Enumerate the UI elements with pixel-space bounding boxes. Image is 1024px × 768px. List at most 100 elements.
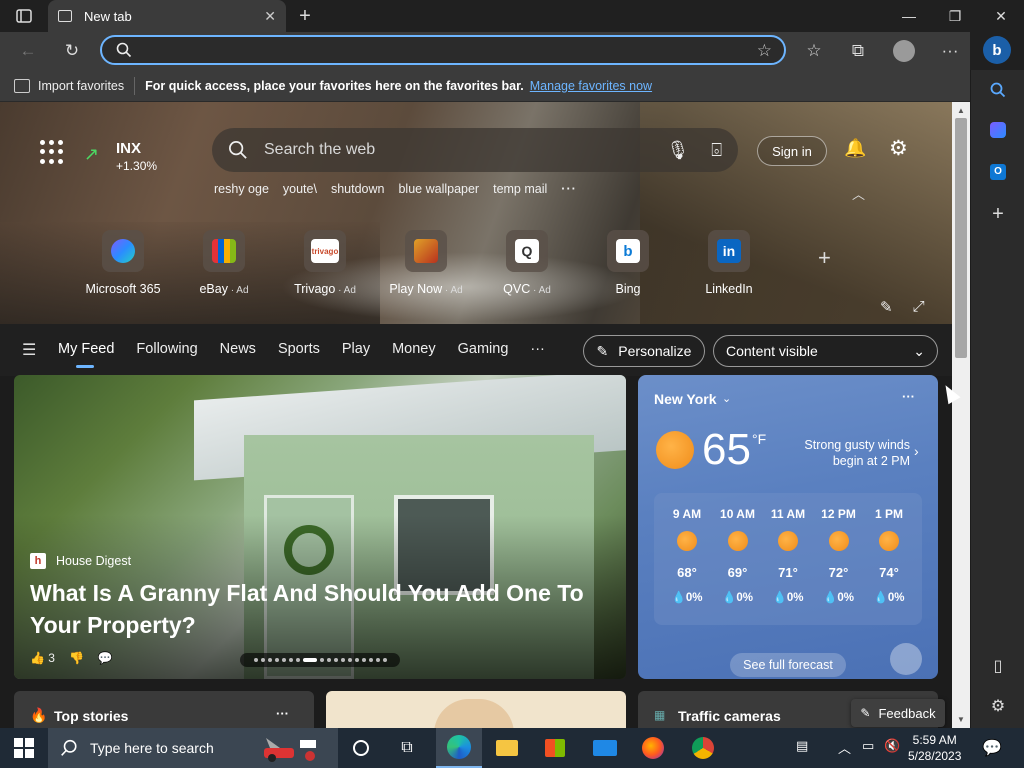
trending-item[interactable]: shutdown	[331, 182, 385, 196]
see-full-forecast-button[interactable]: See full forecast	[730, 653, 846, 677]
temp-unit[interactable]: °F	[752, 431, 766, 447]
content-visibility-select[interactable]: Content visible ⌄	[713, 335, 938, 367]
main-story-card[interactable]: h House Digest What Is A Granny Flat And…	[14, 375, 626, 679]
collections-icon[interactable]: ⧉	[844, 38, 872, 64]
new-tab-button[interactable]: +	[293, 4, 317, 28]
tab-my-feed[interactable]: My Feed	[58, 341, 114, 368]
sign-in-button[interactable]: Sign in	[757, 136, 827, 166]
trending-item[interactable]: youte\	[283, 182, 317, 196]
weather-alert[interactable]: Strong gusty winds begin at 2 PM	[786, 437, 910, 469]
hide-sidebar-icon[interactable]: ▯	[984, 652, 1012, 680]
bing-icon[interactable]: b	[983, 36, 1011, 64]
tab-news[interactable]: News	[220, 341, 256, 357]
microsoft-365-icon[interactable]	[984, 116, 1012, 144]
quick-link-qvc[interactable]: Q QVC · Ad	[477, 230, 577, 296]
taskbar-search-box[interactable]: Type here to search	[48, 728, 338, 768]
minimize-button[interactable]: —	[886, 0, 932, 32]
story-image-card[interactable]	[326, 691, 626, 728]
outlook-icon[interactable]: O	[984, 158, 1012, 186]
web-search-box[interactable]: Search the web 🎙 ⌻	[212, 128, 738, 172]
network-icon[interactable]: ▭	[862, 738, 874, 754]
dislike-icon[interactable]: 👎	[69, 651, 84, 665]
scroll-up-icon[interactable]: ▲	[952, 103, 970, 117]
firefox-icon[interactable]	[630, 728, 676, 768]
quick-link-bing[interactable]: b Bing	[578, 230, 678, 296]
top-stories-more-icon[interactable]: ···	[276, 706, 289, 721]
address-input[interactable]	[142, 42, 784, 58]
weather-card[interactable]: New York ⌄ ··· 65 °F Strong gusty winds …	[638, 375, 938, 679]
notification-center-icon[interactable]: 💬	[982, 738, 1002, 758]
weather-city[interactable]: New York	[654, 391, 717, 407]
quick-link-play-now[interactable]: Play Now · Ad	[376, 230, 476, 296]
profile-icon[interactable]	[890, 38, 918, 64]
hamburger-menu-icon[interactable]: ☰	[22, 340, 36, 360]
feedback-button[interactable]: ✎ Feedback	[851, 699, 945, 727]
quick-link-microsoft-365[interactable]: Microsoft 365	[73, 230, 173, 296]
more-tabs-icon[interactable]: ···	[530, 341, 545, 357]
microsoft-store-icon[interactable]	[532, 728, 578, 768]
trending-item[interactable]: temp mail	[493, 182, 547, 196]
trending-item[interactable]: blue wallpaper	[398, 182, 479, 196]
microphone-icon[interactable]: 🎙	[666, 140, 689, 161]
carousel-indicator[interactable]	[240, 653, 400, 667]
tab-actions-button[interactable]	[10, 6, 38, 26]
sidebar-search-icon[interactable]	[984, 76, 1012, 104]
restore-button[interactable]: ❐	[932, 0, 978, 32]
tab-play[interactable]: Play	[342, 341, 370, 357]
close-tab-icon[interactable]: ✕	[264, 8, 276, 25]
show-hidden-icons-icon[interactable]: ︿	[838, 738, 851, 757]
back-arrow-icon[interactable]: ←	[14, 38, 42, 64]
like-button[interactable]: 👍 3	[30, 651, 55, 665]
notifications-bell-icon[interactable]: 🔔	[844, 138, 866, 159]
add-quick-link-icon[interactable]: +	[818, 245, 831, 271]
language-bar-icon[interactable]: ▤	[796, 738, 808, 754]
chevron-right-icon[interactable]: ›	[914, 443, 919, 459]
weather-more-icon[interactable]: ···	[902, 389, 915, 404]
add-favorite-icon[interactable]: ☆	[757, 41, 772, 61]
collapse-chevron-icon[interactable]: ︿	[852, 184, 865, 203]
edge-taskbar-icon[interactable]	[436, 728, 482, 768]
sidebar-settings-icon[interactable]: ⚙	[984, 692, 1012, 720]
task-view-icon[interactable]: ⧉	[384, 728, 430, 768]
comment-icon[interactable]: 💬	[98, 651, 113, 665]
page-settings-gear-icon[interactable]: ⚙	[889, 136, 908, 161]
system-clock[interactable]: 5:59 AM 5/28/2023	[908, 732, 961, 764]
quick-link-ebay[interactable]: eBay · Ad	[174, 230, 274, 296]
weather-map-icon[interactable]	[890, 643, 922, 675]
add-sidebar-app-icon[interactable]: +	[984, 200, 1012, 228]
chevron-down-icon[interactable]: ⌄	[722, 392, 731, 405]
top-stories-card[interactable]: 🔥 Top stories ···	[14, 691, 314, 728]
edit-background-icon[interactable]: ✎	[880, 298, 893, 316]
more-icon[interactable]: ···	[936, 38, 964, 64]
import-favorites-button[interactable]: Import favorites	[14, 78, 124, 93]
volume-muted-icon[interactable]: 🔇	[884, 738, 900, 754]
file-explorer-icon[interactable]	[484, 728, 530, 768]
chrome-icon[interactable]	[680, 728, 726, 768]
tab-money[interactable]: Money	[392, 341, 436, 357]
browser-tab[interactable]: New tab ✕	[48, 0, 286, 32]
tab-gaming[interactable]: Gaming	[458, 341, 509, 357]
personalize-button[interactable]: ✎ Personalize	[583, 335, 705, 367]
scrollbar-thumb[interactable]	[955, 118, 967, 358]
tab-following[interactable]: Following	[136, 341, 197, 357]
mail-icon[interactable]	[582, 728, 628, 768]
trending-item[interactable]: reshy oge	[214, 182, 269, 196]
expand-icon[interactable]: ⤢	[913, 298, 925, 316]
favorites-icon[interactable]: ☆	[800, 38, 828, 64]
toolbar: ← ↻ ☆ ☆ ⧉ ···	[0, 32, 970, 70]
scroll-down-icon[interactable]: ▼	[952, 712, 970, 726]
visual-search-icon[interactable]: ⌻	[711, 140, 722, 161]
app-launcher-icon[interactable]	[40, 140, 64, 164]
start-button[interactable]	[14, 738, 34, 758]
quick-link-linkedin[interactable]: in LinkedIn	[679, 230, 779, 296]
quick-link-trivago[interactable]: trivago Trivago · Ad	[275, 230, 375, 296]
manage-favorites-link[interactable]: Manage favorites now	[530, 79, 652, 93]
house-digest-logo-icon: h	[30, 553, 46, 569]
cortana-icon[interactable]	[338, 728, 384, 768]
address-bar[interactable]: ☆	[100, 35, 786, 65]
refresh-icon[interactable]: ↻	[58, 38, 86, 64]
story-headline[interactable]: What Is A Granny Flat And Should You Add…	[30, 577, 610, 641]
trending-more-icon[interactable]: ···	[561, 182, 577, 196]
tab-sports[interactable]: Sports	[278, 341, 320, 357]
close-window-button[interactable]: ✕	[978, 0, 1024, 32]
